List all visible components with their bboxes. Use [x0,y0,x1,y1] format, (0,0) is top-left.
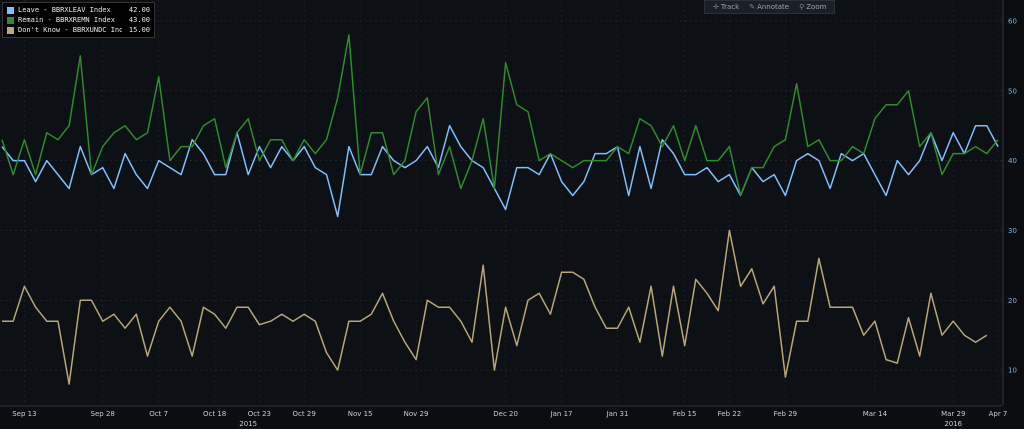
x-tick-label: Nov 15 [348,410,373,418]
x-tick-label: Oct 29 [293,410,316,418]
y-tick-label: 50 [1008,87,1017,95]
zoom-button[interactable]: ⚲ Zoom [799,3,826,11]
y-tick-label: 30 [1008,227,1017,235]
x-tick-label: Jan 17 [550,410,573,418]
chart-window: 10 20 30 40 50 60 Sep 13 Sep 28 Oct 7 Oct 18 Oct … [0,0,1024,429]
legend-swatch-leave [7,6,14,14]
x-tick-label: Feb 15 [673,410,697,418]
legend-item-leave[interactable]: Leave - BBRXLEAV Index 42.00 [7,5,150,15]
x-tick-label: Oct 23 [248,410,271,418]
pencil-icon: ✎ [749,3,756,11]
x-tick-label: Jan 31 [606,410,629,418]
x-tick-label: Sep 28 [91,410,115,418]
legend-value: 42.00 [128,6,150,14]
legend-name: Don't Know - BBRXUNDC Index [18,26,122,34]
magnifier-icon: ⚲ [799,3,805,11]
y-tick-label: 60 [1008,17,1017,25]
x-tick-label: Oct 18 [203,410,226,418]
legend-value: 43.00 [128,16,150,24]
zoom-label: Zoom [806,3,827,11]
crosshair-icon: ✛ [713,3,719,11]
legend-name: Leave - BBRXLEAV Index [18,6,111,14]
annotate-label: Annotate [757,3,790,11]
y-tick-label: 40 [1008,157,1017,165]
x-axis: Sep 13 Sep 28 Oct 7 Oct 18 Oct 23 Oct 29 Nov 1… [0,405,1008,428]
x-year-label: 2015 [239,420,257,428]
x-year-label: 2016 [944,420,962,428]
legend-swatch-remain [7,16,14,24]
legend: Leave - BBRXLEAV Index 42.00 Remain - BB… [2,2,155,38]
legend-name: Remain - BBRXREMN Index [18,16,115,24]
x-tick-label: Feb 22 [718,410,742,418]
track-label: Track [720,3,740,11]
x-tick-label: Mar 14 [863,410,888,418]
x-tick-label: Apr 7 [989,410,1008,418]
x-tick-label: Nov 29 [404,410,429,418]
y-axis: 10 20 30 40 50 60 [1002,0,1017,405]
track-button[interactable]: ✛ Track [713,3,739,11]
legend-item-dont-know[interactable]: Don't Know - BBRXUNDC Index 15.00 [7,25,150,35]
legend-item-remain[interactable]: Remain - BBRXREMN Index 43.00 [7,15,150,25]
x-tick-label: Sep 13 [12,410,36,418]
y-tick-label: 20 [1008,297,1017,305]
chart-toolbar: ✛ Track ✎ Annotate ⚲ Zoom [704,0,836,14]
x-tick-label: Mar 29 [941,410,965,418]
legend-value: 15.00 [128,26,150,34]
annotate-button[interactable]: ✎ Annotate [749,3,789,11]
x-tick-label: Dec 20 [493,410,518,418]
x-tick-label: Oct 7 [149,410,168,418]
line-chart: 10 20 30 40 50 60 Sep 13 Sep 28 Oct 7 Oct 18 Oct … [0,0,1017,428]
legend-swatch-dont-know [7,26,14,34]
x-tick-label: Feb 29 [774,410,798,418]
y-tick-label: 10 [1008,367,1017,375]
